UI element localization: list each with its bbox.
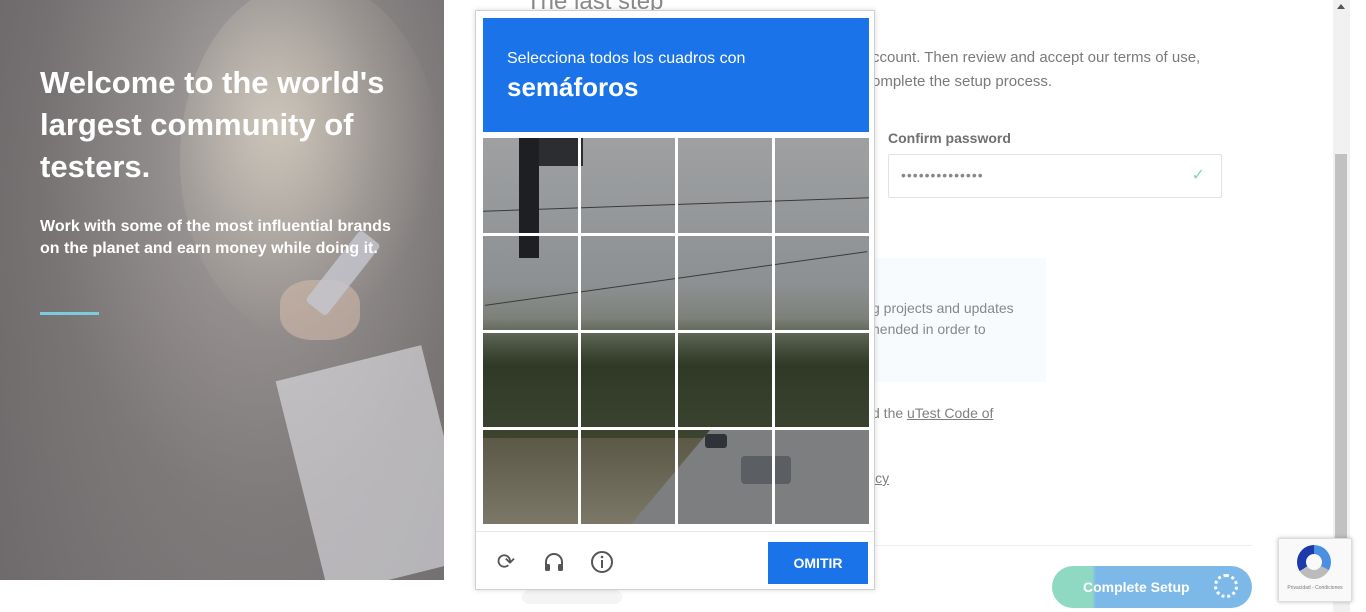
grid-divider xyxy=(483,233,869,236)
confirm-password-label: Confirm password xyxy=(888,130,1011,146)
scroll-up-arrow-icon[interactable] xyxy=(1337,4,1345,9)
captcha-dialog: Selecciona todos los cuadros con semáfor… xyxy=(475,10,875,590)
hero-title: Welcome to the world's largest community… xyxy=(40,65,385,184)
confirm-password-field[interactable]: •••••••••••••• ✓ xyxy=(888,154,1222,198)
captcha-tile[interactable] xyxy=(483,138,578,233)
captcha-tile[interactable] xyxy=(483,429,578,524)
complete-setup-button[interactable]: Complete Setup xyxy=(1052,566,1252,608)
captcha-tile[interactable] xyxy=(580,429,675,524)
notice-text: g projects and updates nended in order t… xyxy=(872,300,1014,337)
captcha-image-grid xyxy=(483,138,869,524)
captcha-tile[interactable] xyxy=(774,332,869,427)
captcha-keyword: semáforos xyxy=(507,72,639,102)
back-button[interactable] xyxy=(522,590,622,604)
info-glyph xyxy=(591,551,613,573)
divider xyxy=(872,545,1252,546)
skip-button[interactable]: OMITIR xyxy=(768,542,868,584)
captcha-tile[interactable] xyxy=(580,138,675,233)
hero-panel: Welcome to the world's largest community… xyxy=(0,0,444,580)
captcha-tile[interactable] xyxy=(774,235,869,330)
captcha-tile[interactable] xyxy=(580,235,675,330)
recaptcha-badge[interactable]: Privacidad - Condiciones xyxy=(1278,538,1352,602)
complete-setup-label: Complete Setup xyxy=(1083,579,1190,595)
captcha-header: Selecciona todos los cuadros con semáfor… xyxy=(483,18,869,132)
captcha-tile[interactable] xyxy=(580,332,675,427)
captcha-tile[interactable] xyxy=(774,429,869,524)
grid-divider xyxy=(483,330,869,333)
recaptcha-fine-print: Privacidad - Condiciones xyxy=(1287,585,1343,591)
captcha-tile[interactable] xyxy=(483,332,578,427)
captcha-footer: ⟳ OMITIR xyxy=(476,531,874,590)
info-icon[interactable] xyxy=(590,550,614,574)
code-of-conduct-link[interactable]: uTest Code of xyxy=(907,405,993,421)
code-of-conduct-text: d the uTest Code of xyxy=(872,405,993,421)
captcha-tile[interactable] xyxy=(677,429,772,524)
headphones-icon[interactable] xyxy=(542,550,566,574)
setup-intro-text: ccount. Then review and accept our terms… xyxy=(872,49,1201,90)
captcha-tile[interactable] xyxy=(677,138,772,233)
hero-subtitle: Work with some of the most influential b… xyxy=(40,218,391,257)
captcha-tile[interactable] xyxy=(774,138,869,233)
reload-icon[interactable]: ⟳ xyxy=(494,550,518,574)
code-prefix: d the xyxy=(872,405,908,421)
loading-spinner-icon xyxy=(1214,574,1238,598)
grid-divider xyxy=(483,427,869,430)
check-icon: ✓ xyxy=(1191,167,1205,184)
hero-accent-rule xyxy=(40,312,99,315)
captcha-instruction: Selecciona todos los cuadros con xyxy=(507,50,746,67)
headphones-glyph xyxy=(545,553,563,571)
scrollbar-thumb[interactable] xyxy=(1335,154,1347,540)
page-scrollbar[interactable] xyxy=(1333,0,1350,612)
captcha-tile[interactable] xyxy=(677,235,772,330)
recaptcha-logo-icon xyxy=(1297,545,1331,579)
confirm-password-value: •••••••••••••• xyxy=(901,167,984,183)
captcha-tile[interactable] xyxy=(677,332,772,427)
captcha-tile[interactable] xyxy=(483,235,578,330)
